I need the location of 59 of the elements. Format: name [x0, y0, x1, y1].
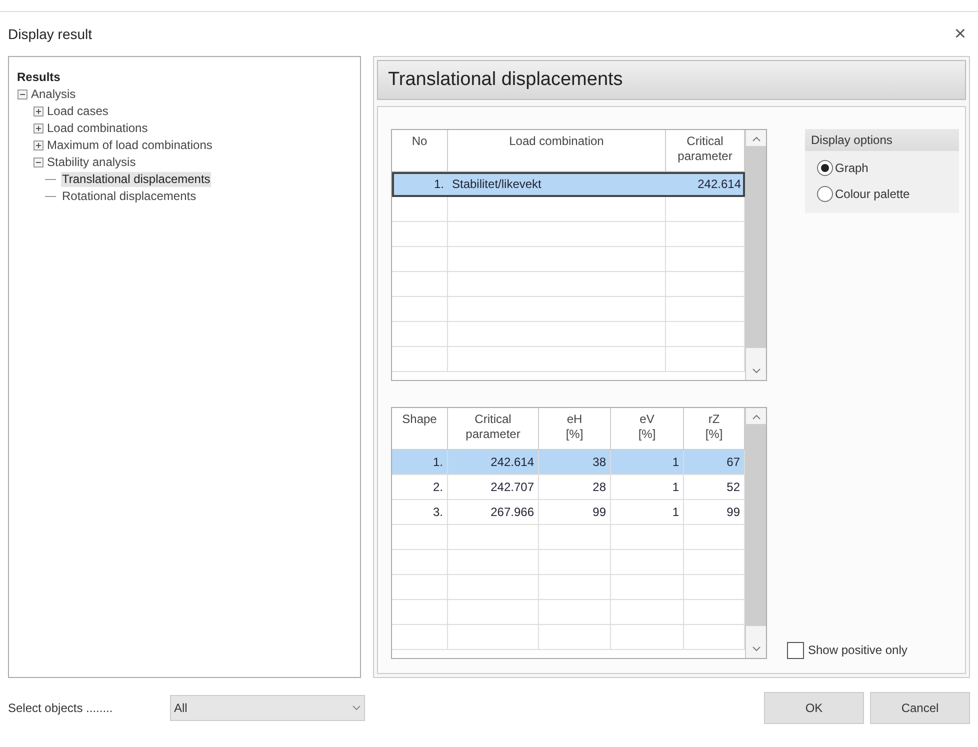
table-cell: 2. — [392, 475, 448, 499]
table-cell: 267.966 — [448, 500, 539, 524]
expand-icon[interactable] — [33, 140, 44, 151]
table-cell: 242.707 — [448, 475, 539, 499]
table-cell-text: 242.614 — [696, 176, 742, 193]
table-cell: 28 — [539, 475, 611, 499]
tree-item[interactable]: Load combinations — [46, 121, 149, 136]
column-header[interactable]: eV [%] — [611, 408, 684, 449]
column-header[interactable]: No — [392, 130, 448, 171]
checkbox[interactable] — [787, 642, 804, 658]
scrollbar[interactable] — [745, 408, 766, 658]
table-cell: 3. — [392, 500, 448, 524]
tree-item[interactable]: Analysis — [30, 87, 77, 102]
table-row[interactable]: 1. 242.614 38 1 67 — [392, 450, 745, 475]
panel-title: Translational displacements — [377, 60, 966, 100]
table-row[interactable]: 3. 267.966 99 1 99 — [392, 500, 745, 525]
chevron-down-icon — [352, 705, 361, 711]
expand-icon[interactable] — [33, 106, 44, 117]
table-cell: 242.614 — [448, 450, 539, 474]
table-cell: 1. — [392, 450, 448, 474]
table-row[interactable]: 1. Stabilitet/likevekt 242.614 — [392, 172, 745, 197]
collapse-icon[interactable] — [33, 157, 44, 168]
column-header[interactable]: eH [%] — [539, 408, 611, 449]
tree-item[interactable]: Rotational displacements — [61, 189, 198, 204]
collapse-icon[interactable] — [17, 89, 28, 100]
table-cell: 1 — [611, 450, 684, 474]
tree-item[interactable]: Load cases — [46, 104, 110, 119]
tree-item[interactable]: Maximum of load combinations — [46, 138, 214, 153]
radio-option[interactable]: Colour palette — [817, 185, 959, 203]
tree-item[interactable]: Stability analysis — [46, 155, 137, 170]
table-cell: 1 — [611, 475, 684, 499]
radio-option[interactable]: Graph — [817, 159, 959, 177]
chevron-down-icon[interactable] — [752, 368, 760, 374]
window-title: Display result — [8, 24, 92, 44]
scrollbar-thumb[interactable] — [746, 424, 766, 626]
scrollbar-thumb[interactable] — [746, 146, 766, 348]
column-header[interactable]: Shape — [392, 408, 448, 449]
scrollbar[interactable] — [745, 130, 766, 380]
column-header[interactable]: Critical parameter — [448, 408, 539, 449]
expand-icon[interactable] — [33, 123, 44, 134]
close-button[interactable]: × — [950, 24, 970, 44]
dialog-button[interactable]: Cancel — [870, 692, 970, 724]
dialog-button[interactable]: OK — [764, 692, 864, 724]
table-row[interactable]: 2. 242.707 28 1 52 — [392, 475, 745, 500]
tree-item[interactable]: Translational displacements — [61, 172, 212, 187]
table-cell: 38 — [539, 450, 611, 474]
table-cell: 1 — [611, 500, 684, 524]
group-title: Display options — [805, 129, 959, 151]
chevron-up-icon[interactable] — [752, 136, 760, 142]
checkbox-label: Show positive only — [808, 642, 908, 659]
table-cell-text: 1. — [432, 176, 445, 193]
table-cell: 99 — [539, 500, 611, 524]
table-cell-text: Stabilitet/likevekt — [451, 176, 542, 193]
chevron-down-icon[interactable] — [752, 646, 760, 652]
select-objects-dropdown[interactable]: All — [170, 695, 365, 721]
column-header[interactable]: Load combination — [448, 130, 666, 171]
tree-root-label: Results — [17, 69, 62, 86]
select-objects-label: Select objects ........ — [8, 700, 114, 717]
chevron-up-icon[interactable] — [752, 414, 760, 420]
